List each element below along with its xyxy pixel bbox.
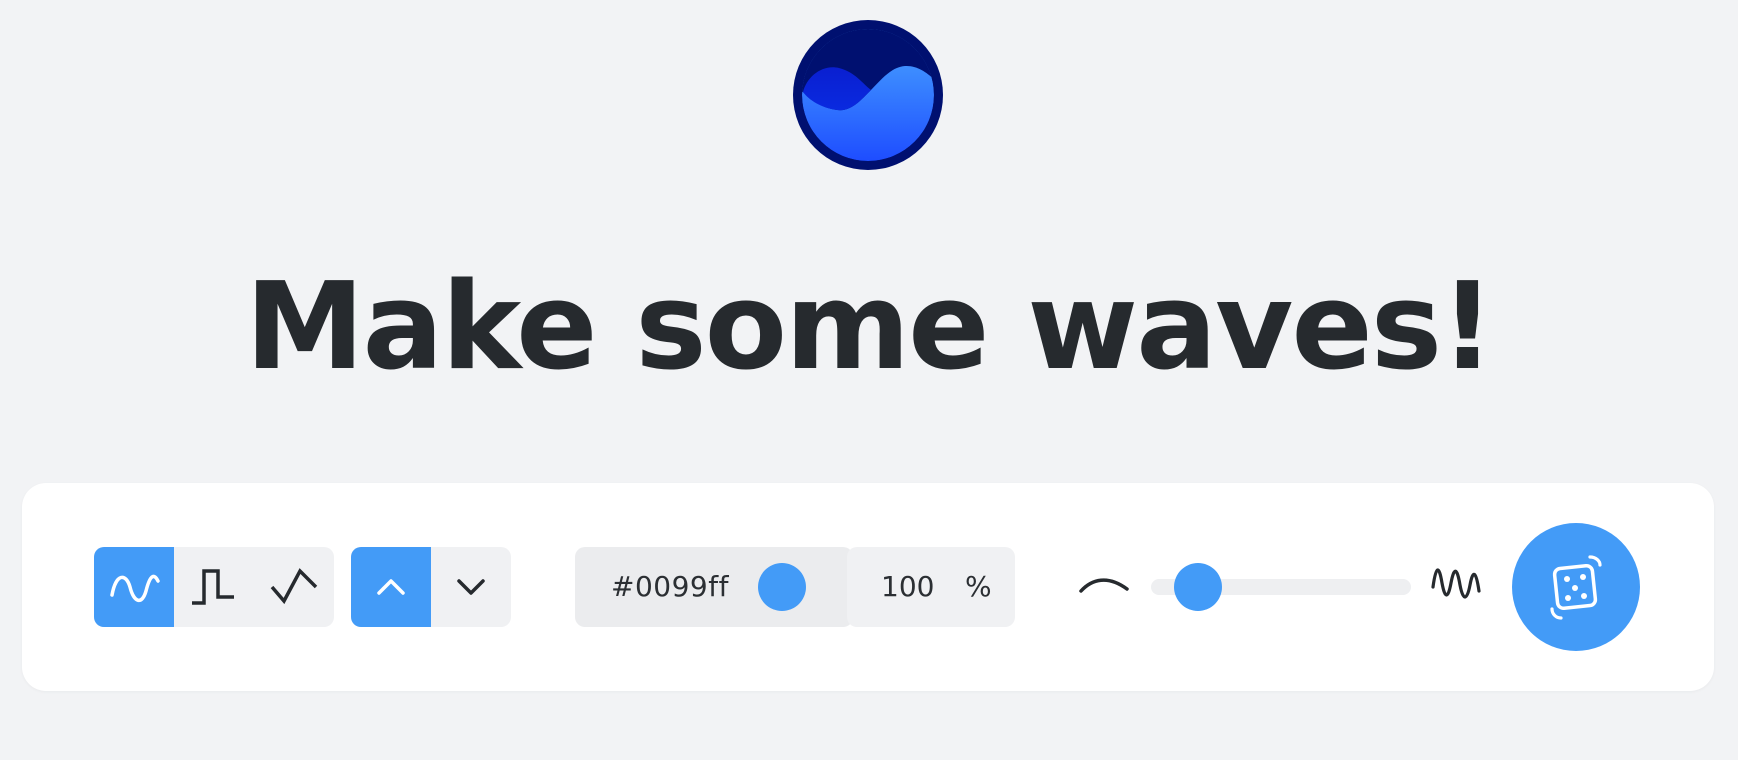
direction-selector xyxy=(351,547,511,627)
wavy-line-icon xyxy=(1431,568,1481,599)
randomize-button[interactable] xyxy=(1512,523,1640,651)
sine-wave-icon xyxy=(110,574,160,602)
logo-icon xyxy=(793,20,943,170)
sine-wave-button[interactable] xyxy=(94,547,174,627)
triangle-wave-button[interactable] xyxy=(254,547,334,627)
dice-icon xyxy=(1550,555,1602,620)
triangle-wave-icon xyxy=(270,568,318,605)
color-picker[interactable]: #0099ff xyxy=(575,547,853,627)
opacity-field[interactable]: 100 % xyxy=(847,547,1015,627)
direction-down-button[interactable] xyxy=(431,547,511,627)
wave-type-selector xyxy=(94,547,334,627)
chevron-down-icon xyxy=(457,579,485,595)
opacity-value[interactable]: 100 xyxy=(881,547,934,627)
square-wave-button[interactable] xyxy=(174,547,254,627)
complexity-slider-thumb[interactable] xyxy=(1173,563,1222,611)
direction-up-button[interactable] xyxy=(351,547,431,627)
square-wave-icon xyxy=(192,569,234,605)
chevron-up-icon xyxy=(377,579,405,595)
page-title: Make some waves! xyxy=(245,258,1495,397)
wave-toolbar: #0099ff 100 % xyxy=(22,483,1714,691)
opacity-unit: % xyxy=(965,570,992,603)
color-value[interactable]: #0099ff xyxy=(611,547,729,627)
color-swatch[interactable] xyxy=(758,563,806,611)
smooth-curve-icon xyxy=(1079,578,1129,593)
